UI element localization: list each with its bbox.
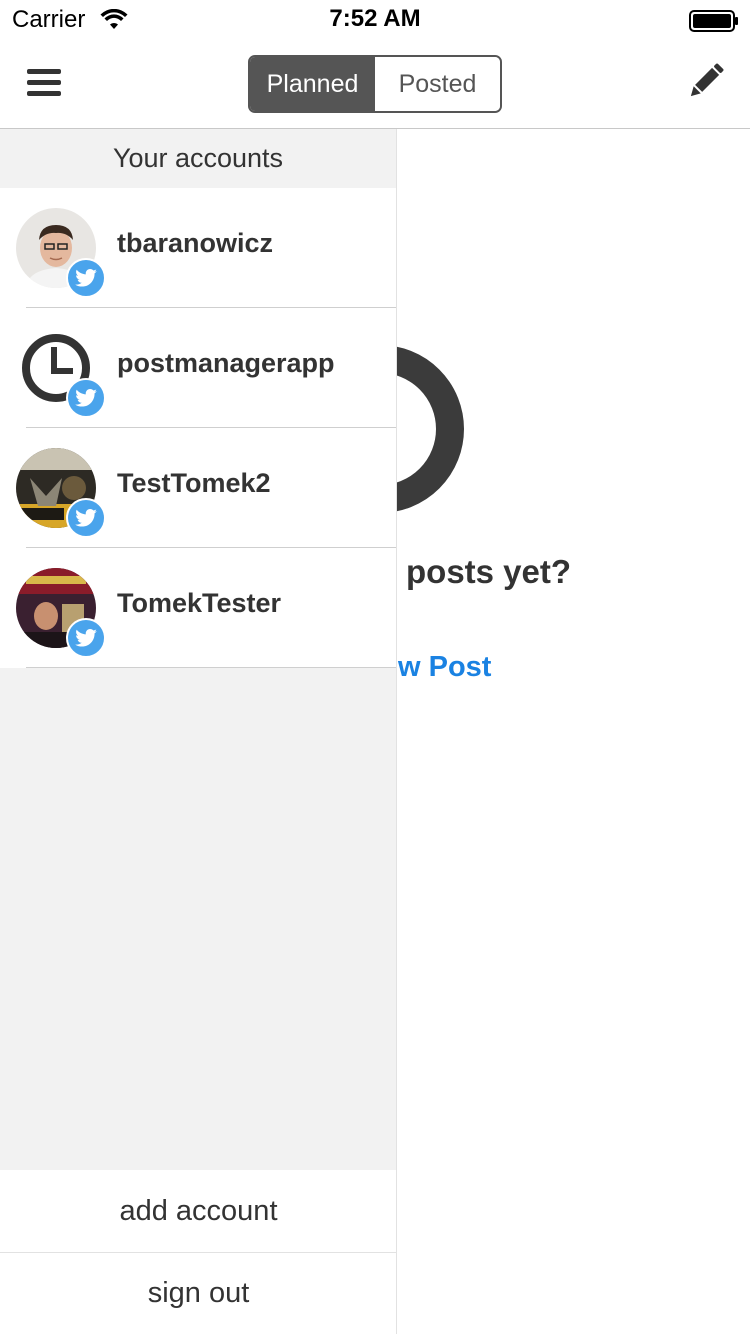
pencil-icon[interactable] [686,62,724,102]
row-divider [26,667,396,668]
account-row-tbaranowicz[interactable]: tbaranowicz [0,188,396,357]
status-time: 7:52 AM [329,5,421,32]
drawer-header: Your accounts [0,129,396,188]
twitter-icon [66,258,106,298]
nav-bar: Planned Posted [0,40,750,129]
twitter-icon [66,618,106,658]
account-name: tbaranowicz [117,228,274,258]
account-row-testtomek2[interactable]: TestTomek2 [0,428,396,548]
segment-planned[interactable]: Planned [250,57,375,111]
twitter-icon [66,378,106,418]
hamburger-icon[interactable] [24,66,64,100]
empty-state-text: posts yet? [406,553,572,590]
accounts-drawer: Your accounts tbaranowicz postmanagerapp… [0,129,397,1334]
add-account-button[interactable]: add account [0,1170,396,1252]
account-row-tomektester[interactable]: TomekTester [0,548,396,668]
segment-posted[interactable]: Posted [375,57,500,111]
new-post-link[interactable]: w Post [398,651,491,684]
drawer-actions: add account sign out [0,1170,396,1334]
account-name: postmanagerapp [117,348,335,378]
account-name: TestTomek2 [117,468,271,498]
segmented-control: Planned Posted [248,55,502,113]
account-list: tbaranowicz postmanagerapp TestTomek2 To… [0,188,396,668]
battery-icon [689,10,738,32]
account-row-postmanagerapp[interactable]: postmanagerapp [0,308,396,428]
twitter-icon [66,498,106,538]
status-bar: Carrier 7:52 AM [0,0,750,40]
sign-out-button[interactable]: sign out [0,1252,396,1334]
account-name: TomekTester [117,588,282,618]
